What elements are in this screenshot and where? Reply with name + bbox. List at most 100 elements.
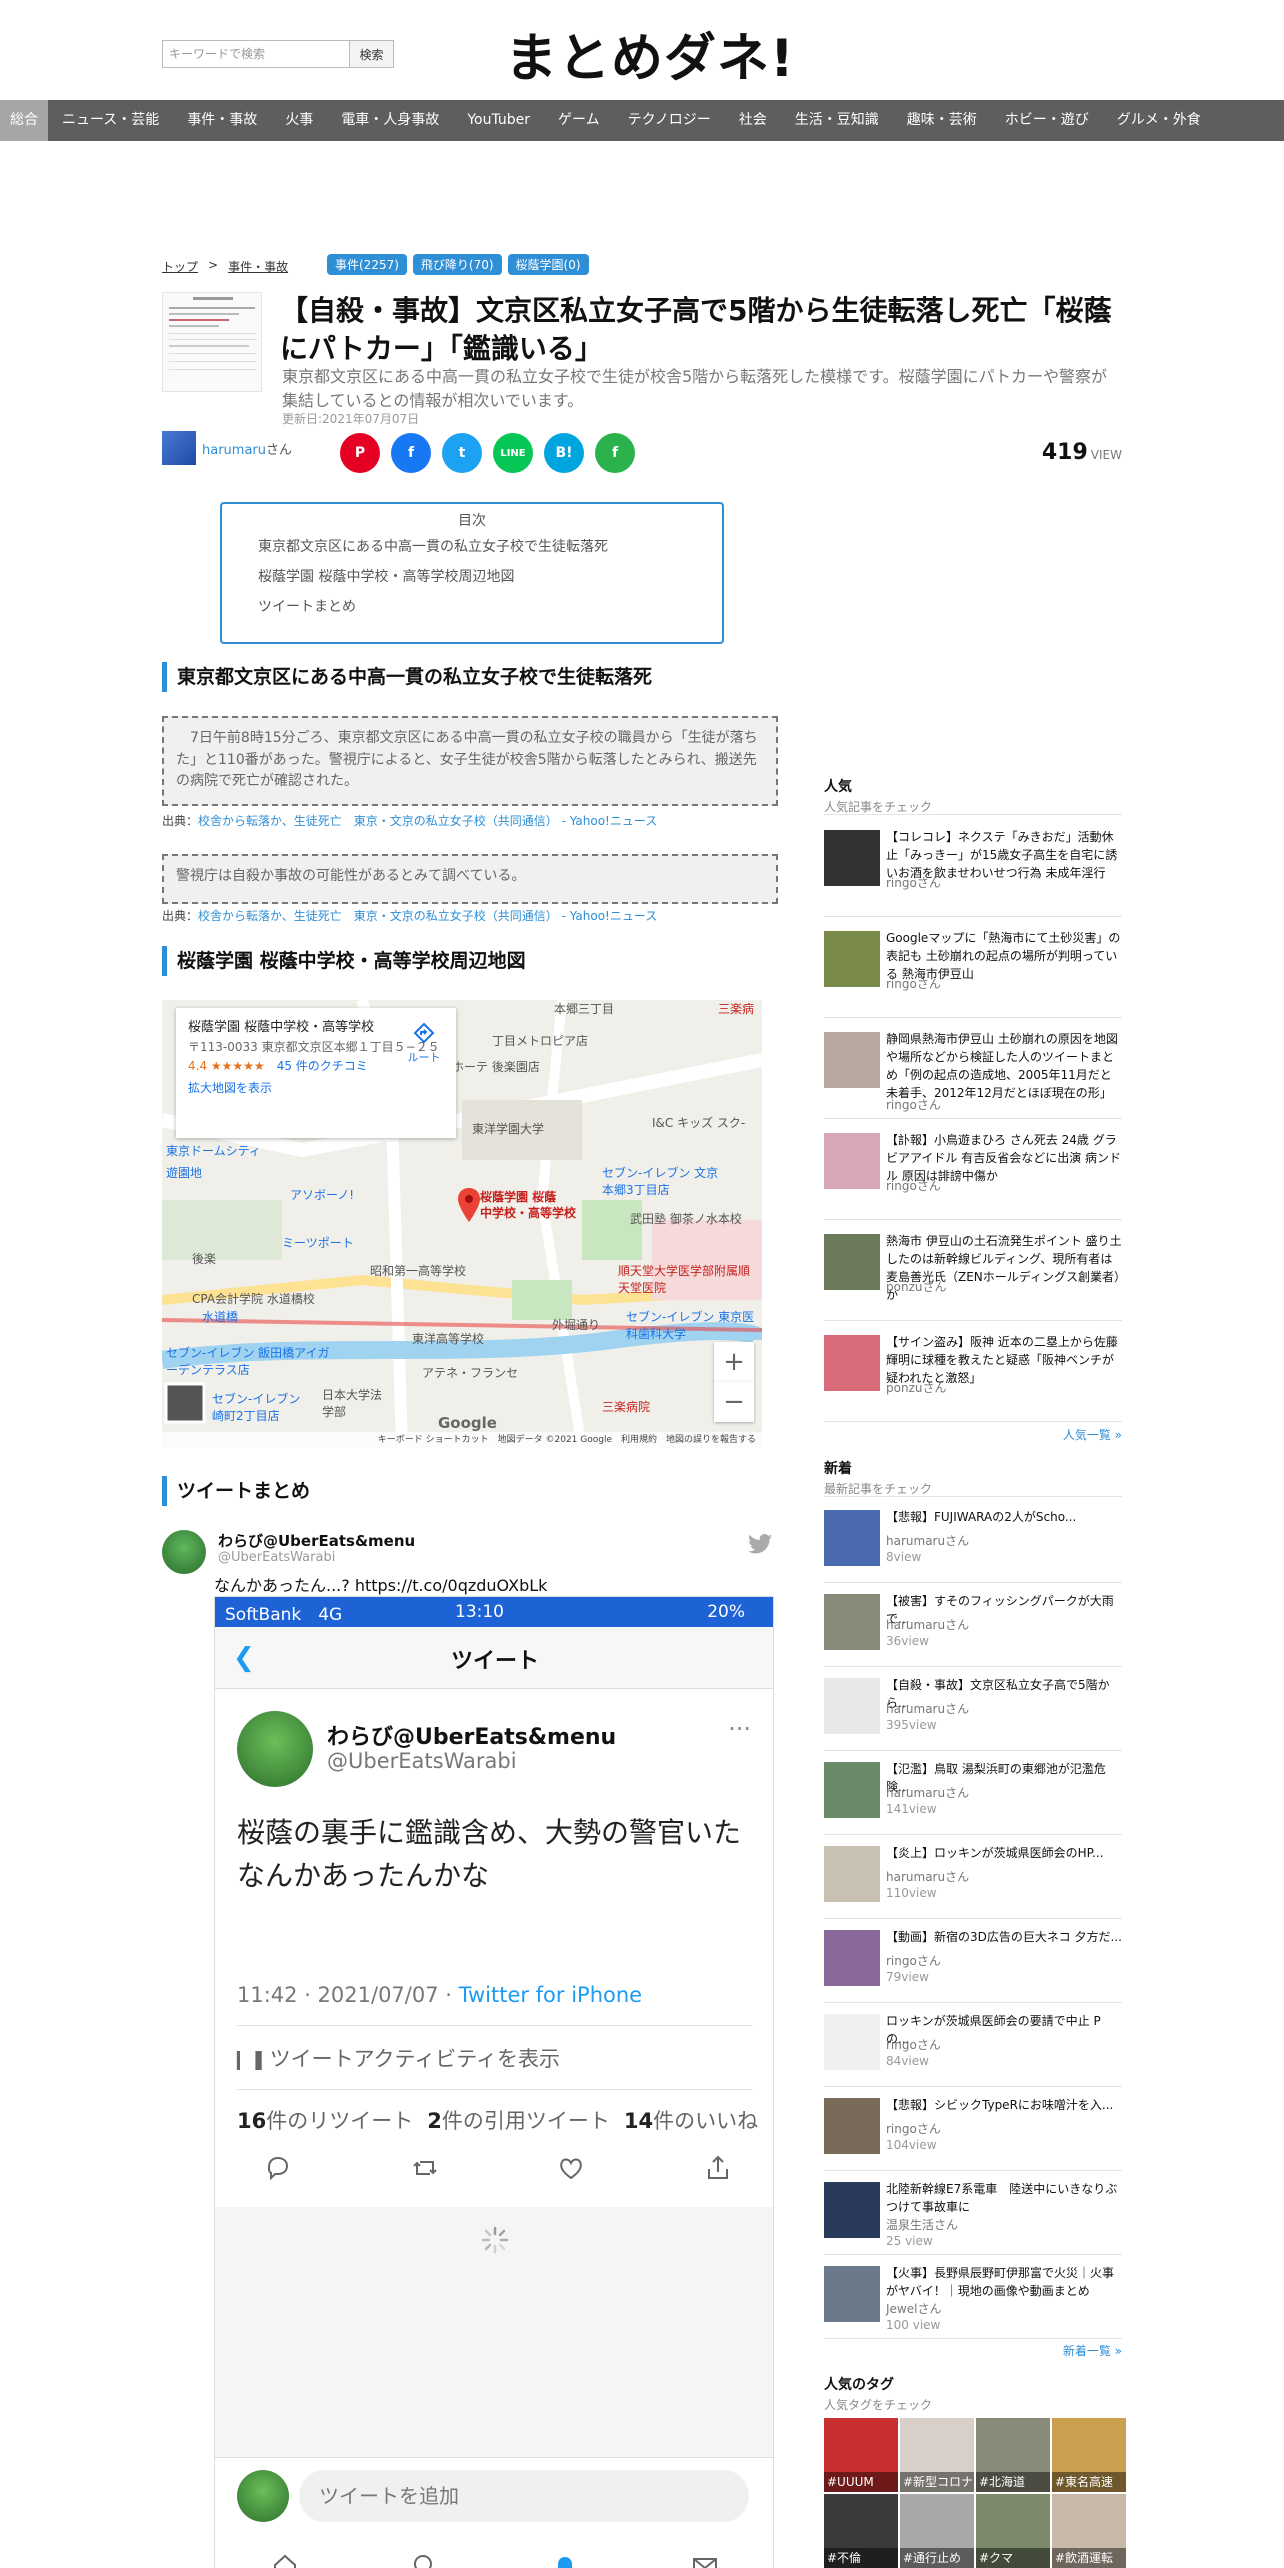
tags-header: 人気のタグ 人気タグをチェック: [824, 2374, 932, 2413]
tag-pill[interactable]: 飛び降り(70): [412, 254, 502, 275]
phone-status-bar: SoftBank 4G 13:10 20%: [215, 1597, 773, 1627]
new-item[interactable]: 【氾濫】鳥取 湯梨浜町の東郷池が氾濫危険... harumaruさん 141view: [824, 1754, 1122, 1839]
new-author: harumaruさん: [886, 1532, 969, 1549]
map-enlarge-link[interactable]: 拡大地図を表示: [188, 1079, 444, 1098]
toc-item[interactable]: ツイートまとめ: [258, 592, 686, 622]
nav-item[interactable]: ゲーム: [544, 100, 614, 141]
search-button[interactable]: 検索: [350, 40, 394, 68]
mail-icon: [693, 2558, 717, 2568]
map-label: セブン-イレブン 文京本郷3丁目店: [602, 1166, 719, 1197]
nav-item[interactable]: テクノロジー: [614, 100, 725, 141]
nav-item[interactable]: YouTuber: [453, 100, 544, 141]
line-share-button[interactable]: LINE: [493, 433, 533, 473]
tag-tile[interactable]: #飲酒運転: [1052, 2494, 1126, 2568]
view-count: 419 VIEW: [1042, 440, 1122, 465]
loading-spinner-icon: [481, 2226, 509, 2254]
popular-item[interactable]: 【訃報】小鳥遊まひろ さん死去 24歳 グラビアアイドル 有吉反省会などに出演 …: [824, 1121, 1122, 1221]
hatena-share-button[interactable]: B!: [544, 433, 584, 473]
tweet-screenshot-image[interactable]: SoftBank 4G 13:10 20% ❮ ツイート わらび@UberEat…: [214, 1596, 774, 2568]
popular-item[interactable]: 熱海市 伊豆山の土石流発生ポイント 盛り土したのは新幹線ビルディング、現所有者は…: [824, 1222, 1122, 1322]
global-nav: 総合 ニュース・芸能 事件・事故 火事 電車・人身事故 YouTuber ゲーム テクノロジー…: [0, 100, 1284, 141]
new-more-link[interactable]: 新着一覧 »: [1063, 2342, 1122, 2359]
new-item[interactable]: 【被害】すそのフィッシングパークが大雨で... harumaruさん 36view: [824, 1586, 1122, 1671]
nav-item[interactable]: 火事: [271, 100, 327, 141]
breadcrumb-category[interactable]: 事件・事故: [228, 258, 288, 275]
new-item[interactable]: ロッキンが茨城県医師会の要請で中止 Pの... ringoさん 84view: [824, 2006, 1122, 2091]
twitter-bird-icon[interactable]: [748, 1534, 772, 1554]
nav-item[interactable]: グルメ・外食: [1103, 100, 1215, 141]
author-suffix: さん: [922, 1280, 947, 1294]
map-pin-icon[interactable]: [458, 1188, 480, 1222]
breadcrumb-separator: >: [208, 258, 219, 272]
retweet-label: 件のリツイート: [266, 2109, 414, 2133]
new-header: 新着 最新記事をチェック: [824, 1458, 932, 1497]
tag-pill[interactable]: 桜蔭学園(0): [507, 254, 589, 275]
new-item[interactable]: 【炎上】ロッキンが茨城県医師会のHP... harumaruさん 110view: [824, 1838, 1122, 1923]
tag-tile[interactable]: #北海道: [976, 2418, 1050, 2492]
new-item[interactable]: 【動画】新宿の3D広告の巨大ネコ 夕方だ... ringoさん 79view: [824, 1922, 1122, 2007]
map-rating: 4.4 ★★★★★: [188, 1058, 265, 1073]
map-zoom-in-button[interactable]: +: [714, 1342, 754, 1382]
map-reviews-link[interactable]: 45 件のクチコミ: [277, 1059, 368, 1073]
popular-item[interactable]: 【サイン盗み】阪神 近本の二塁上から佐藤輝明に球種を教えたと疑惑「阪神ベンチが疑…: [824, 1323, 1122, 1423]
new-item[interactable]: 北陸新幹線E7系電車 陸送中にいきなりぶつけて事故車に 温泉生活さん 25 view: [824, 2174, 1122, 2259]
popular-more-link[interactable]: 人気一覧 »: [1063, 1426, 1122, 1443]
nav-item[interactable]: 社会: [725, 100, 781, 141]
tag-tile[interactable]: #クマ: [976, 2494, 1050, 2568]
new-item[interactable]: 【悲報】シビックTypeRにお味噌汁を入... ringoさん 104view: [824, 2090, 1122, 2175]
map-label: 三楽病: [718, 1002, 755, 1016]
author-name: harumaru: [886, 1618, 946, 1632]
tweet-avatar[interactable]: [162, 1530, 206, 1574]
author-name[interactable]: harumaru: [202, 443, 266, 458]
feedly-share-button[interactable]: f: [595, 433, 635, 473]
popular-title: 静岡県熱海市伊豆山 土砂崩れの原因を地図や場所などから検証した人のツイートまとめ…: [886, 1032, 1118, 1100]
tag-tile[interactable]: #東名高速: [1052, 2418, 1126, 2492]
nav-item[interactable]: ニュース・芸能: [48, 100, 173, 141]
new-thumbnail: [824, 1594, 880, 1650]
popular-item[interactable]: 静岡県熱海市伊豆山 土砂崩れの原因を地図や場所などから検証した人のツイートまとめ…: [824, 1020, 1122, 1120]
tag-pill[interactable]: 事件(2257): [327, 254, 407, 275]
map-label: ミーツポート: [282, 1236, 354, 1250]
toc-item[interactable]: 桜蔭学園 桜蔭中学校・高等学校周辺地図: [258, 562, 686, 592]
new-item[interactable]: 【悲報】FUJIWARAの2人がScho... harumaruさん 8view: [824, 1502, 1122, 1587]
tweet-user-name[interactable]: わらび@UberEats&menu: [218, 1530, 415, 1551]
map-zoom-out-button[interactable]: −: [714, 1382, 754, 1422]
map-attribution: キーボード ショートカット 地図データ ©2021 Google 利用規約 地図…: [162, 1432, 762, 1448]
embedded-map[interactable]: 本郷三丁目 丁目メトロピア店 ホーテ 後楽園店 東洋学園大学 I&C キッズ ス…: [162, 1000, 762, 1448]
author-name: harumaru: [886, 1702, 946, 1716]
source-link[interactable]: 校舎から転落か、生徒死亡 東京・文京の私立女子校（共同通信） - Yahoo!ニ…: [198, 814, 657, 828]
pinterest-share-button[interactable]: P: [340, 433, 380, 473]
nav-item[interactable]: 趣味・芸術: [893, 100, 991, 141]
new-item[interactable]: 【自殺・事故】文京区私立女子高で5階から... harumaruさん 395view: [824, 1670, 1122, 1755]
source-link[interactable]: 校舎から転落か、生徒死亡 東京・文京の私立女子校（共同通信） - Yahoo!ニ…: [198, 909, 657, 923]
nav-item[interactable]: 事件・事故: [173, 100, 271, 141]
facebook-share-button[interactable]: f: [391, 433, 431, 473]
tag-tile[interactable]: #新型コロナ: [900, 2418, 974, 2492]
tag-tile[interactable]: #UUUM: [824, 2418, 898, 2492]
new-thumbnail: [824, 1510, 880, 1566]
tag-tile[interactable]: #通行止め: [900, 2494, 974, 2568]
inner-tweet-user: わらび@UberEats&menu: [327, 1725, 617, 1750]
twitter-share-button[interactable]: t: [442, 433, 482, 473]
tag-tile-label: #クマ: [976, 2548, 1050, 2568]
nav-item[interactable]: ホビー・遊び: [991, 100, 1103, 141]
search-input[interactable]: キーワードで検索: [162, 40, 350, 68]
tweet-handle[interactable]: @UberEatsWarabi: [218, 1550, 335, 1565]
breadcrumb-top[interactable]: トップ: [162, 258, 198, 275]
nav-item[interactable]: 電車・人身事故: [327, 100, 453, 141]
new-item[interactable]: 【火事】長野県辰野町伊那富で火災｜火事がヤバイ！｜現地の画像や動画まとめ Jewe…: [824, 2258, 1122, 2343]
map-route-button[interactable]: ルート: [404, 1022, 444, 1066]
site-logo[interactable]: まとめダネ!: [505, 16, 795, 91]
tag-tile[interactable]: #不倫: [824, 2494, 898, 2568]
new-thumbnail: [824, 1762, 880, 1818]
popular-item[interactable]: 【コレコレ】ネクステ「みきおだ」活動休止「みっきー」が15歳女子高生を自宅に誘い…: [824, 818, 1122, 918]
site-header: キーワードで検索 検索 まとめダネ!: [0, 0, 1284, 100]
tag-tile-label: #通行止め: [900, 2548, 974, 2568]
popular-item[interactable]: Googleマップに「熱海市にて土砂災害」の表記も 土砂崩れの起点の場所が判明っ…: [824, 919, 1122, 1019]
nav-item[interactable]: 生活・豆知識: [781, 100, 893, 141]
new-views: 141view: [886, 1802, 937, 1816]
author-avatar[interactable]: [162, 431, 196, 465]
new-subtitle: 最新記事をチェック: [824, 1482, 933, 1496]
nav-item[interactable]: 総合: [0, 100, 48, 141]
toc-item[interactable]: 東京都文京区にある中高一貫の私立女子校で生徒転落死: [258, 532, 686, 562]
